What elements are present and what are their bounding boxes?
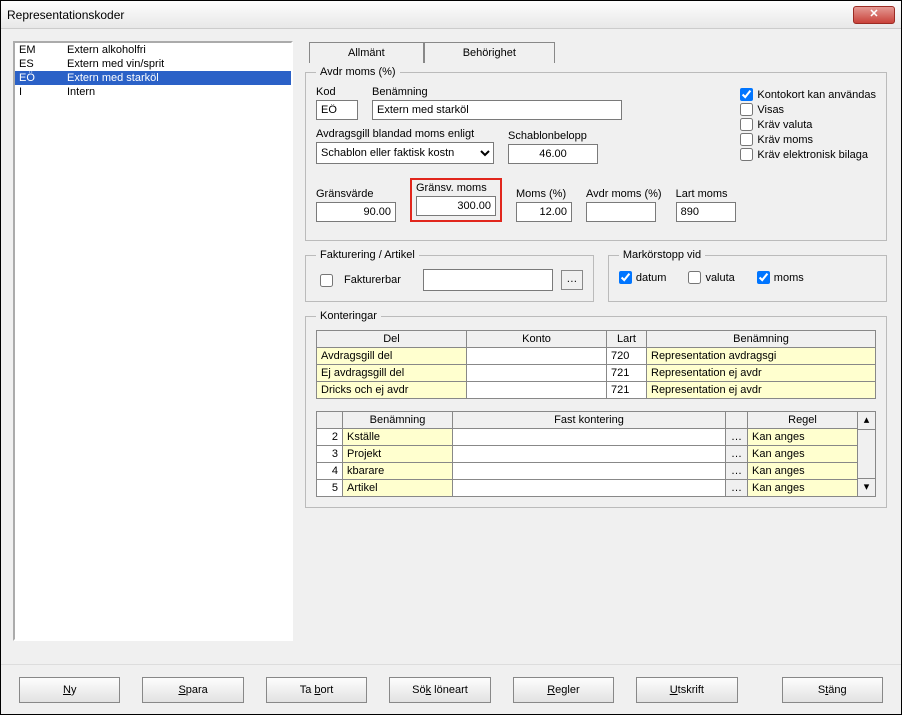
close-button[interactable]: ✕: [853, 6, 895, 24]
table-row[interactable]: 4kbarare…Kan anges: [317, 463, 858, 480]
chk-krav-moms[interactable]: [740, 133, 753, 146]
konteringar-table2: Benämning Fast kontering Regel 2Kställe……: [316, 411, 858, 497]
row-browse-button[interactable]: …: [726, 463, 748, 480]
table-row[interactable]: 5Artikel…Kan anges: [317, 480, 858, 497]
button-bar: Ny Spara Ta bort Sök löneart Regler Utsk…: [1, 664, 901, 714]
momspct-label: Moms (%): [516, 188, 572, 200]
konteringar-table1: Del Konto Lart Benämning Avdragsgill del…: [316, 330, 876, 399]
list-item[interactable]: EM Extern alkoholfri: [15, 43, 291, 57]
tab-general[interactable]: Allmänt: [309, 42, 424, 63]
group-fakturering: Fakturering / Artikel Fakturerbar …: [305, 249, 594, 302]
lartmoms-label: Lart moms: [676, 188, 736, 200]
benamning-input[interactable]: [372, 100, 622, 120]
kod-input[interactable]: [316, 100, 358, 120]
chk-moms[interactable]: [757, 271, 770, 284]
code-listbox[interactable]: EM Extern alkoholfri ES Extern med vin/s…: [13, 41, 293, 641]
search-button[interactable]: Sök löneart: [389, 677, 490, 703]
group-avdr-moms: Avdr moms (%) Kod Benämning: [305, 66, 887, 241]
save-button[interactable]: Spara: [142, 677, 243, 703]
mix-label: Avdragsgill blandad moms enligt: [316, 128, 494, 140]
table-row[interactable]: Dricks och ej avdr721Representation ej a…: [317, 382, 876, 399]
gransmoms-highlight: Gränsv. moms: [410, 178, 502, 222]
list-item-selected[interactable]: EÖ Extern med starköl: [15, 71, 291, 85]
benamning-label: Benämning: [372, 86, 722, 98]
momspct-input[interactable]: [516, 202, 572, 222]
window-title: Representationskoder: [7, 8, 853, 22]
chk-krav-ebilaga[interactable]: [740, 148, 753, 161]
close-icon: ✕: [869, 8, 878, 20]
table-scrollbar[interactable]: ▴ ▾: [858, 411, 876, 497]
tab-permissions[interactable]: Behörighet: [424, 42, 555, 63]
list-item[interactable]: I Intern: [15, 85, 291, 99]
gransmoms-input[interactable]: [416, 196, 496, 216]
avdrmomspct-label: Avdr moms (%): [586, 188, 662, 200]
print-button[interactable]: Utskrift: [636, 677, 737, 703]
scroll-down-icon[interactable]: ▾: [858, 478, 875, 496]
group-legend: Avdr moms (%): [316, 66, 400, 78]
lartmoms-input[interactable]: [676, 202, 736, 222]
gransvarde-input[interactable]: [316, 202, 396, 222]
artikel-input[interactable]: [423, 269, 553, 291]
delete-button[interactable]: Ta bort: [266, 677, 367, 703]
mix-select[interactable]: Schablon eller faktisk kostn: [316, 142, 494, 164]
artikel-browse-button[interactable]: …: [561, 270, 583, 290]
chk-kontokort[interactable]: [740, 88, 753, 101]
gransvarde-label: Gränsvärde: [316, 188, 396, 200]
row-browse-button[interactable]: …: [726, 480, 748, 497]
close-dialog-button[interactable]: Stäng: [782, 677, 883, 703]
row-browse-button[interactable]: …: [726, 446, 748, 463]
table-row[interactable]: 2Kställe…Kan anges: [317, 429, 858, 446]
chk-visas[interactable]: [740, 103, 753, 116]
gransmoms-label: Gränsv. moms: [416, 182, 496, 194]
rules-button[interactable]: Regler: [513, 677, 614, 703]
schablon-input[interactable]: [508, 144, 598, 164]
chk-datum[interactable]: [619, 271, 632, 284]
dialog-window: Representationskoder ✕ EM Extern alkohol…: [0, 0, 902, 715]
titlebar: Representationskoder ✕: [1, 1, 901, 29]
chk-krav-valuta[interactable]: [740, 118, 753, 131]
avdrmomspct-input[interactable]: [586, 202, 656, 222]
chk-fakturerbar[interactable]: [320, 274, 333, 287]
chk-valuta[interactable]: [688, 271, 701, 284]
row-browse-button[interactable]: …: [726, 429, 748, 446]
list-item[interactable]: ES Extern med vin/sprit: [15, 57, 291, 71]
new-button[interactable]: Ny: [19, 677, 120, 703]
group-markorstopp: Markörstopp vid datum valuta moms: [608, 249, 887, 302]
group-konteringar: Konteringar Del Konto Lart Benämning Avd…: [305, 310, 887, 508]
table-row[interactable]: Avdragsgill del720Representation avdrags…: [317, 348, 876, 365]
scroll-up-icon[interactable]: ▴: [858, 412, 875, 430]
table-row[interactable]: Ej avdragsgill del721Representation ej a…: [317, 365, 876, 382]
schablon-label: Schablonbelopp: [508, 130, 598, 142]
kod-label: Kod: [316, 86, 358, 98]
table-row[interactable]: 3Projekt…Kan anges: [317, 446, 858, 463]
